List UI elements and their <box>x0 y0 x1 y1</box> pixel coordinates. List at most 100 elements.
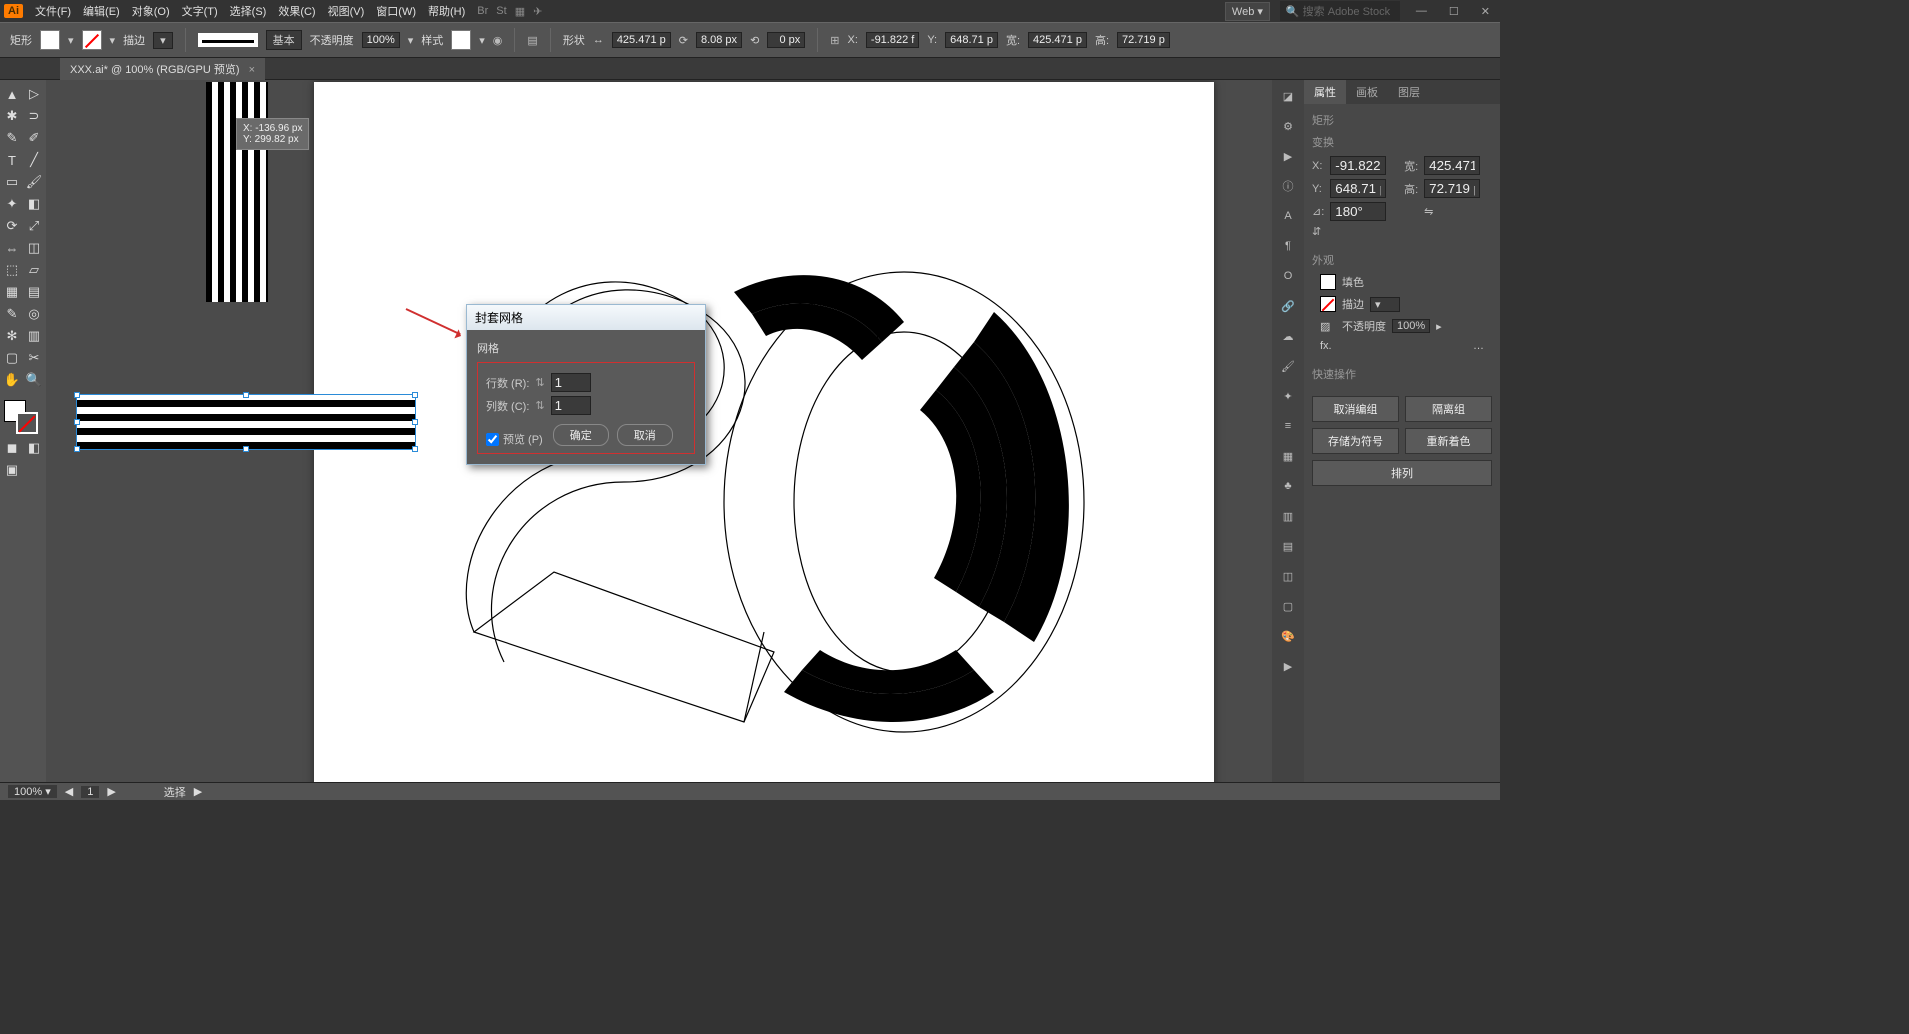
transform-y[interactable]: 648.71 p <box>945 32 998 48</box>
save-symbol-button[interactable]: 存储为符号 <box>1312 428 1399 454</box>
gradient-mode-icon[interactable]: ◧ <box>24 438 44 458</box>
paintbrush-tool[interactable]: 🖌 <box>24 172 44 192</box>
cols-input[interactable] <box>551 396 591 415</box>
transform-ref-icon[interactable]: ⊞ <box>830 34 839 47</box>
screen-mode-icon[interactable]: ▣ <box>2 460 22 480</box>
menu-edit[interactable]: 编辑(E) <box>83 3 120 19</box>
fx-label[interactable]: fx. <box>1320 340 1332 352</box>
fill-swatch[interactable] <box>40 30 60 50</box>
menu-window[interactable]: 窗口(W) <box>376 3 416 19</box>
handle-icon[interactable] <box>243 446 249 452</box>
graph-tool[interactable]: ▥ <box>24 326 44 346</box>
artboard-tool[interactable]: ▢ <box>2 348 22 368</box>
list-icon[interactable]: ≡ <box>1278 416 1298 436</box>
handle-icon[interactable] <box>74 392 80 398</box>
fill-color-swatch[interactable] <box>1320 274 1336 290</box>
menu-object[interactable]: 对象(O) <box>132 3 170 19</box>
stroke-profile-preview[interactable] <box>198 33 258 47</box>
tab-close-icon[interactable]: × <box>249 64 255 76</box>
menu-help[interactable]: 帮助(H) <box>428 3 465 19</box>
rectangle-tool[interactable]: ▭ <box>2 172 22 192</box>
menu-select[interactable]: 选择(S) <box>230 3 267 19</box>
tab-layers[interactable]: 图层 <box>1388 80 1430 104</box>
arrange-button[interactable]: 排列 <box>1312 460 1492 486</box>
shape-w[interactable]: 425.471 p <box>612 32 671 48</box>
handle-icon[interactable] <box>412 419 418 425</box>
zoom-tool[interactable]: 🔍 <box>24 370 44 390</box>
opacity-value[interactable]: 100% <box>1392 319 1430 333</box>
character-icon[interactable]: A <box>1278 206 1298 226</box>
recolor-button[interactable]: 重新着色 <box>1405 428 1492 454</box>
status-play-icon[interactable]: ▶ <box>194 785 202 798</box>
search-stock[interactable]: 🔍 搜索 Adobe Stock <box>1280 1 1400 21</box>
transform-w[interactable]: 425.471 p <box>1028 32 1087 48</box>
pathfinder-icon[interactable]: ◫ <box>1278 566 1298 586</box>
magic-wand-tool[interactable]: ✱ <box>2 106 22 126</box>
properties-icon[interactable]: ◪ <box>1278 86 1298 106</box>
mesh-tool[interactable]: ▦ <box>2 282 22 302</box>
eyedropper-tool[interactable]: ✎ <box>2 304 22 324</box>
prop-x-input[interactable] <box>1330 156 1386 175</box>
prop-y-input[interactable] <box>1330 179 1386 198</box>
symbol-spray-tool[interactable]: ✻ <box>2 326 22 346</box>
menu-effect[interactable]: 效果(C) <box>278 3 315 19</box>
artboard-nav[interactable]: 1 <box>81 786 99 798</box>
spinner-icon[interactable]: ⇅ <box>535 376 544 389</box>
selected-stripes-object[interactable] <box>76 394 416 450</box>
swatches-icon[interactable]: ▥ <box>1278 506 1298 526</box>
lasso-tool[interactable]: ⊃ <box>24 106 44 126</box>
maximize-icon[interactable]: ☐ <box>1443 5 1465 18</box>
preview-check-input[interactable] <box>486 433 499 446</box>
free-transform-tool[interactable]: ◫ <box>24 238 44 258</box>
star-icon[interactable]: ✦ <box>1278 386 1298 406</box>
tab-artboards[interactable]: 画板 <box>1346 80 1388 104</box>
rotate-tool[interactable]: ⟳ <box>2 216 22 236</box>
width-tool[interactable]: ⇔ <box>2 238 22 258</box>
style-swatch[interactable] <box>451 30 471 50</box>
send-icon[interactable]: ✈ <box>533 5 542 18</box>
handle-icon[interactable] <box>74 419 80 425</box>
menu-file[interactable]: 文件(F) <box>35 3 71 19</box>
prop-w-input[interactable] <box>1424 156 1480 175</box>
paragraph-icon[interactable]: ¶ <box>1278 236 1298 256</box>
artboards-icon[interactable]: ▢ <box>1278 596 1298 616</box>
scale-tool[interactable]: ⤢ <box>24 216 44 236</box>
flip-v-icon[interactable]: ⇵ <box>1312 225 1324 238</box>
menu-type[interactable]: 文字(T) <box>182 3 218 19</box>
ok-button[interactable]: 确定 <box>553 424 609 446</box>
spinner-icon[interactable]: ⇅ <box>535 399 544 412</box>
flip-h-icon[interactable]: ⇋ <box>1424 205 1492 218</box>
handle-icon[interactable] <box>243 392 249 398</box>
info-icon[interactable]: ⓘ <box>1278 176 1298 196</box>
handle-icon[interactable] <box>412 446 418 452</box>
brushes-icon[interactable]: 🖌 <box>1278 356 1298 376</box>
opentype-icon[interactable]: O <box>1278 266 1298 286</box>
selection-tool[interactable]: ▲ <box>2 84 22 104</box>
symbols-icon[interactable]: ♣ <box>1278 476 1298 496</box>
stroke-weight-dropdown[interactable]: ▾ <box>1370 297 1400 312</box>
transform-x[interactable]: -91.822 f <box>866 32 919 48</box>
transform-h[interactable]: 72.719 p <box>1117 32 1170 48</box>
stroke-swatch[interactable] <box>82 30 102 50</box>
recolor-icon[interactable]: ◉ <box>493 34 503 47</box>
nav-prev-icon[interactable]: ◀ <box>65 785 73 798</box>
play-icon[interactable]: ▶ <box>1278 146 1298 166</box>
link-icon[interactable]: 🔗 <box>1278 296 1298 316</box>
stock-icon[interactable]: St <box>496 5 506 18</box>
fill-stroke-control[interactable] <box>2 398 40 436</box>
grid-icon[interactable]: ▦ <box>515 5 525 18</box>
ungroup-button[interactable]: 取消编组 <box>1312 396 1399 422</box>
menu-view[interactable]: 视图(V) <box>328 3 365 19</box>
zoom-field[interactable]: 100% ▾ <box>8 785 57 798</box>
shaper-tool[interactable]: ✦ <box>2 194 22 214</box>
gradient-tool[interactable]: ▤ <box>24 282 44 302</box>
eraser-tool[interactable]: ◧ <box>24 194 44 214</box>
shape-corner[interactable]: 8.08 px <box>696 32 742 48</box>
stroke-weight[interactable]: ▾ <box>153 32 173 49</box>
stroke-color-swatch[interactable] <box>1320 296 1336 312</box>
prop-h-input[interactable] <box>1424 179 1480 198</box>
direct-select-tool[interactable]: ▷ <box>24 84 44 104</box>
minimize-icon[interactable]: — <box>1410 5 1433 17</box>
curvature-tool[interactable]: ✐ <box>24 128 44 148</box>
document-tab[interactable]: XXX.ai* @ 100% (RGB/GPU 预览) × <box>60 58 265 80</box>
